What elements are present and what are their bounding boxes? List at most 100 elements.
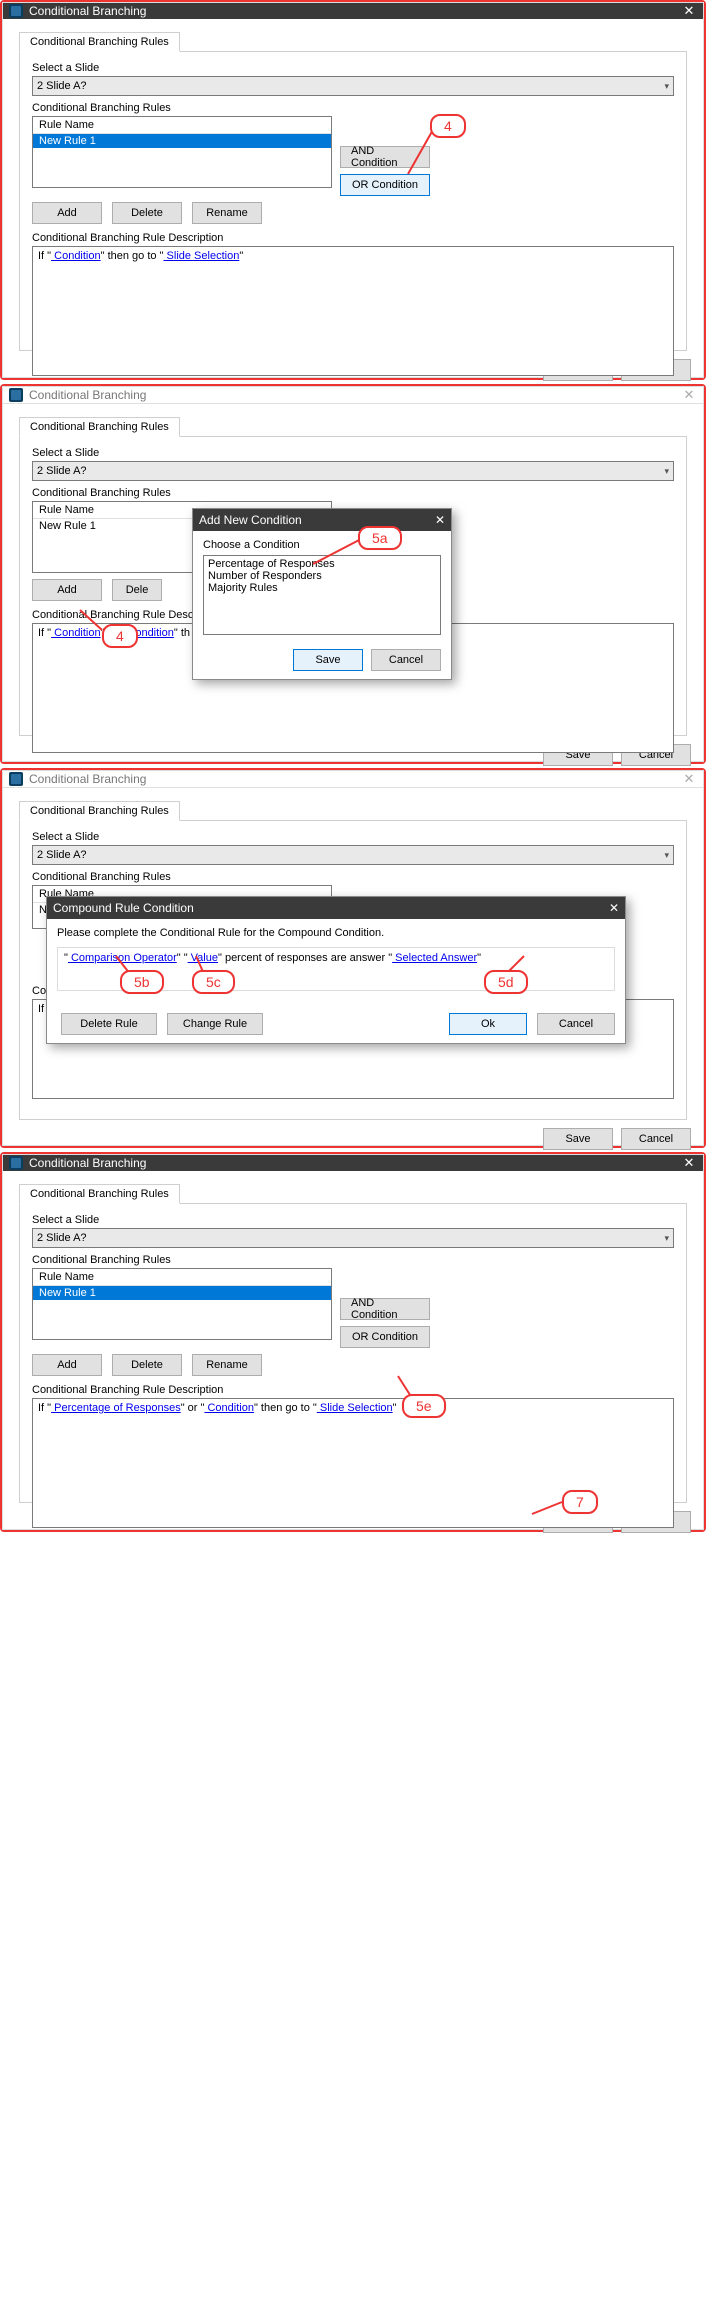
select-slide-dropdown[interactable]: 2 Slide A? ▾ (32, 76, 674, 96)
close-icon[interactable]: ✕ (609, 901, 619, 915)
delete-button[interactable]: Delete (112, 1354, 182, 1376)
title-bar: Conditional Branching ✕ (3, 387, 703, 404)
app-icon (9, 4, 23, 18)
slide-selection-link[interactable]: Slide Selection (163, 250, 239, 262)
callout-4b: 4 (102, 624, 138, 648)
window-title: Conditional Branching (29, 4, 146, 18)
close-icon[interactable]: ✕ (681, 771, 697, 787)
rules-label: Conditional Branching Rules (32, 487, 674, 499)
select-slide-value: 2 Slide A? (37, 1232, 87, 1244)
desc-text: " (239, 250, 243, 262)
q-text: " " (177, 952, 188, 964)
callout-5b: 5b (120, 970, 164, 994)
title-bar: Conditional Branching ✕ (3, 1155, 703, 1171)
add-condition-title: Add New Condition (199, 513, 302, 527)
delete-button[interactable]: Delete (112, 202, 182, 224)
desc-text: If " (38, 1402, 51, 1414)
title-bar: Conditional Branching ✕ (3, 771, 703, 788)
desc-text: " th (174, 627, 190, 639)
callout-7: 7 (562, 1490, 598, 1514)
rule-name-header: Rule Name (33, 1269, 331, 1286)
add-condition-title-bar: Add New Condition ✕ (193, 509, 451, 531)
compound-title-bar: Compound Rule Condition ✕ (47, 897, 625, 919)
app-icon (9, 772, 23, 786)
select-slide-label: Select a Slide (32, 447, 674, 459)
chevron-down-icon: ▾ (664, 466, 669, 477)
chevron-down-icon: ▾ (664, 850, 669, 861)
tab-rules[interactable]: Conditional Branching Rules (19, 417, 180, 437)
rule-description-box[interactable]: If " Condition" then go to " Slide Selec… (32, 246, 674, 376)
close-icon[interactable]: ✕ (681, 387, 697, 403)
condition-link[interactable]: Condition (51, 250, 101, 262)
rules-listbox[interactable]: Rule Name New Rule 1 (32, 116, 332, 188)
desc-text: " then go to " (254, 1402, 317, 1414)
rename-button[interactable]: Rename (192, 1354, 262, 1376)
rule-row-1[interactable]: New Rule 1 (33, 1286, 331, 1300)
callout-5e: 5e (402, 1394, 446, 1418)
desc-text: " or " (181, 1402, 205, 1414)
rules-label: Conditional Branching Rules (32, 1254, 674, 1266)
desc-text: " then go to " (101, 250, 164, 262)
callout-4: 4 (430, 114, 466, 138)
rule-name-header: Rule Name (33, 117, 331, 134)
desc-label: Conditional Branching Rule Description (32, 232, 674, 244)
slide-selection-link[interactable]: Slide Selection (317, 1402, 393, 1414)
mid-text: percent of responses are answer " (222, 952, 392, 964)
callout-5a: 5a (358, 526, 402, 550)
desc-text: If " (38, 250, 51, 262)
callout-5d: 5d (484, 970, 528, 994)
tab-rules[interactable]: Conditional Branching Rules (19, 801, 180, 821)
cancel-button[interactable]: Cancel (621, 1128, 691, 1150)
tab-rules[interactable]: Conditional Branching Rules (19, 1184, 180, 1204)
and-condition-button[interactable]: AND Condition (340, 1298, 430, 1320)
window-title: Conditional Branching (29, 388, 146, 402)
add-button[interactable]: Add (32, 1354, 102, 1376)
chevron-down-icon: ▾ (664, 1233, 669, 1244)
app-icon (9, 1156, 23, 1170)
add-condition-cancel-button[interactable]: Cancel (371, 649, 441, 671)
close-icon[interactable]: ✕ (435, 513, 445, 527)
or-condition-button[interactable]: OR Condition (340, 1326, 430, 1348)
window-title: Conditional Branching (29, 1156, 146, 1170)
condition-link[interactable]: Condition (204, 1402, 254, 1414)
select-slide-dropdown[interactable]: 2 Slide A?▾ (32, 461, 674, 481)
delete-button[interactable]: Dele (112, 579, 162, 601)
compound-title: Compound Rule Condition (53, 901, 194, 915)
desc-text: " (393, 1402, 397, 1414)
select-slide-label: Select a Slide (32, 831, 674, 843)
select-slide-label: Select a Slide (32, 1214, 674, 1226)
desc-text: If " (38, 627, 51, 639)
rules-label: Conditional Branching Rules (32, 102, 674, 114)
select-slide-dropdown[interactable]: 2 Slide A? ▾ (32, 845, 674, 865)
select-slide-value: 2 Slide A? (37, 80, 87, 92)
selected-answer-link[interactable]: Selected Answer (392, 952, 477, 964)
delete-rule-button[interactable]: Delete Rule (61, 1013, 157, 1035)
close-icon[interactable]: ✕ (681, 3, 697, 19)
title-bar: Conditional Branching ✕ (3, 3, 703, 19)
change-rule-button[interactable]: Change Rule (167, 1013, 263, 1035)
q-text: " (477, 952, 481, 964)
rename-button[interactable]: Rename (192, 202, 262, 224)
desc-label: Conditional Branching Rule Description (32, 1384, 674, 1396)
rules-listbox[interactable]: Rule Name New Rule 1 (32, 1268, 332, 1340)
ok-button[interactable]: Ok (449, 1013, 527, 1035)
window-title: Conditional Branching (29, 772, 146, 786)
rules-label: Conditional Branching Rules (32, 871, 674, 883)
select-slide-label: Select a Slide (32, 62, 674, 74)
select-slide-dropdown[interactable]: 2 Slide A? ▾ (32, 1228, 674, 1248)
save-button[interactable]: Save (543, 1128, 613, 1150)
cancel-button[interactable]: Cancel (537, 1013, 615, 1035)
app-icon (9, 388, 23, 402)
close-icon[interactable]: ✕ (681, 1155, 697, 1171)
rule-row-1[interactable]: New Rule 1 (33, 134, 331, 148)
compound-instruction: Please complete the Conditional Rule for… (57, 927, 615, 939)
select-slide-value: 2 Slide A? (37, 849, 87, 861)
add-condition-save-button[interactable]: Save (293, 649, 363, 671)
chevron-down-icon: ▾ (664, 81, 669, 92)
percentage-responses-link[interactable]: Percentage of Responses (51, 1402, 181, 1414)
tab-rules[interactable]: Conditional Branching Rules (19, 32, 180, 52)
callout-5c: 5c (192, 970, 235, 994)
add-button[interactable]: Add (32, 202, 102, 224)
add-button[interactable]: Add (32, 579, 102, 601)
condition-option[interactable]: Majority Rules (208, 582, 436, 594)
